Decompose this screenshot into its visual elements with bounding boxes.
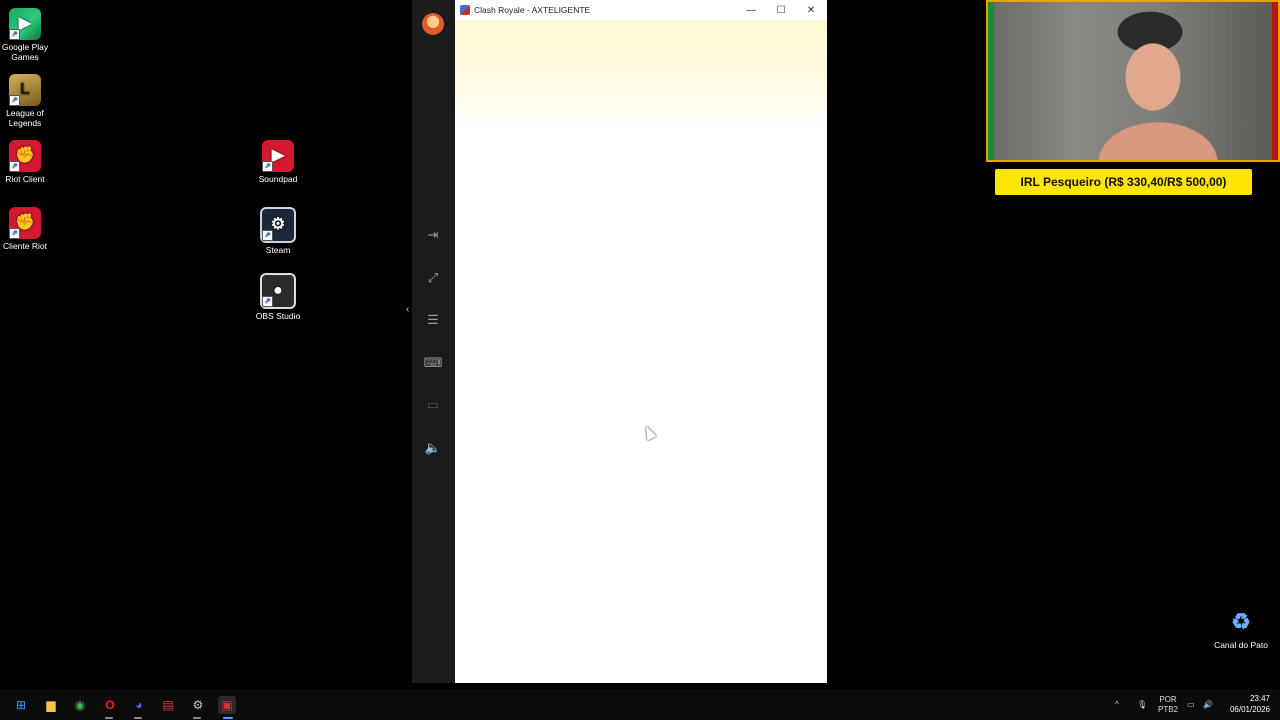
close-button[interactable]: ✕	[796, 0, 826, 20]
desktop-icon-google-play-games[interactable]: ▶ ↗ Google Play Games	[0, 8, 55, 62]
emulator-sidebar: ⇥ ⤢ ☰ ⌨ ▭ 🔈	[412, 0, 455, 683]
maximize-button[interactable]: ☐	[766, 0, 796, 20]
emulator-window: Clash Royale - AXTELIGENTE — ☐ ✕	[455, 0, 827, 683]
shortcut-arrow-icon: ↗	[9, 29, 20, 40]
desktop-icon-riot-client[interactable]: ✊ ↗ Riot Client	[0, 140, 55, 184]
volume-tray-icon[interactable]: 🔊	[1203, 689, 1213, 720]
clock[interactable]: 23:47 06/01/2026	[1230, 693, 1270, 715]
exit-icon[interactable]: ⇥	[425, 227, 441, 243]
desktop-icon-label: Cliente Riot	[3, 241, 47, 251]
donation-goal-text: IRL Pesqueiro (R$ 330,40/R$ 500,00)	[1020, 175, 1227, 189]
emulator-taskbar-icon[interactable]: ▣	[218, 696, 236, 714]
shortcut-arrow-icon: ↗	[262, 296, 273, 307]
collapse-sidebar-icon[interactable]: ‹	[406, 304, 409, 315]
desktop-icon-label: Riot Client	[5, 174, 45, 184]
google-play-games-icon: ▶ ↗	[9, 8, 41, 40]
league-of-legends-icon: L ↗	[9, 74, 41, 106]
webcam-left-edge	[988, 2, 994, 160]
windows-start-icon[interactable]: ⊞	[12, 696, 30, 714]
clash-royale-app-icon	[460, 5, 470, 15]
expand-icon[interactable]: ⤢	[425, 270, 441, 286]
avatar[interactable]	[422, 13, 444, 35]
keyboard-layout: PTB2	[1158, 704, 1179, 714]
desktop-icon-league-of-legends[interactable]: L ↗ League of Legends	[0, 74, 55, 128]
desktop-icon-soundpad[interactable]: ▶ ↗ Soundpad	[248, 140, 308, 184]
shortcut-arrow-icon: ↗	[9, 161, 20, 172]
volume-icon[interactable]: 🔈	[425, 440, 441, 456]
running-indicator	[105, 717, 113, 719]
game-screen[interactable]	[455, 20, 827, 683]
obs-studio-icon: ● ↗	[260, 273, 296, 309]
shortcut-arrow-icon: ↗	[9, 95, 20, 106]
taskbar: ⊞ ▆ ◉ O ◕ ▤ ⚙ ▣ ^ 🎙 POR PTB2 ▭ 🔊 23:47 0…	[0, 689, 1280, 720]
desktop-icon-label: Google Play Games	[1, 42, 49, 62]
riot-client-icon: ✊ ↗	[9, 140, 41, 172]
app-news-icon[interactable]: ▤	[159, 696, 177, 714]
tray-chevron-icon[interactable]: ^	[1115, 689, 1119, 720]
window-titlebar[interactable]: Clash Royale - AXTELIGENTE — ☐ ✕	[455, 0, 827, 20]
network-icon[interactable]: ▭	[1187, 689, 1195, 720]
desktop-icon-recycle-bin[interactable]: ♻ Canal do Pato	[1211, 606, 1271, 651]
minimize-button[interactable]: —	[736, 0, 766, 20]
soundpad-icon: ▶ ↗	[262, 140, 294, 172]
sliders-icon[interactable]: ☰	[425, 312, 441, 328]
language-code: POR	[1159, 694, 1177, 704]
webcam-right-edge	[1272, 2, 1278, 160]
opera-icon[interactable]: O	[101, 696, 119, 714]
clock-time: 23:47	[1249, 694, 1270, 703]
clock-date: 06/01/2026	[1229, 705, 1270, 714]
running-indicator	[134, 717, 142, 719]
desktop-icon-steam[interactable]: ⚙ ↗ Steam	[248, 207, 308, 255]
desktop-icon-label: League of Legends	[6, 108, 44, 128]
desktop-icon-obs-studio[interactable]: ● ↗ OBS Studio	[248, 273, 308, 321]
donation-goal-banner: IRL Pesqueiro (R$ 330,40/R$ 500,00)	[995, 169, 1252, 195]
shortcut-arrow-icon: ↗	[9, 228, 20, 239]
recycle-bin-icon: ♻	[1231, 609, 1251, 634]
window-title: Clash Royale - AXTELIGENTE	[474, 5, 591, 15]
language-indicator[interactable]: POR PTB2	[1158, 689, 1178, 720]
webcam-overlay	[986, 0, 1280, 162]
file-explorer-icon[interactable]: ▆	[42, 696, 60, 714]
desktop-icon-label: OBS Studio	[255, 311, 301, 321]
desktop-icon-label: Soundpad	[258, 174, 298, 184]
keyboard-icon[interactable]: ⌨	[424, 355, 443, 371]
discord-icon[interactable]: ◕	[130, 696, 148, 714]
active-indicator	[223, 717, 233, 719]
tag-icon[interactable]: ▭	[425, 397, 441, 413]
cliente-riot-icon: ✊ ↗	[9, 207, 41, 239]
desktop-icon-cliente-riot[interactable]: ✊ ↗ Cliente Riot	[0, 207, 55, 251]
running-indicator	[193, 717, 201, 719]
microphone-icon[interactable]: 🎙	[1137, 689, 1147, 720]
shortcut-arrow-icon: ↗	[262, 230, 273, 241]
desktop-icon-label: Steam	[265, 245, 291, 255]
chrome-icon[interactable]: ◉	[71, 696, 89, 714]
shortcut-arrow-icon: ↗	[262, 161, 273, 172]
desktop-icon-label: Canal do Pato	[1214, 640, 1268, 650]
steelseries-icon[interactable]: ⚙	[189, 696, 207, 714]
steam-icon: ⚙ ↗	[260, 207, 296, 243]
